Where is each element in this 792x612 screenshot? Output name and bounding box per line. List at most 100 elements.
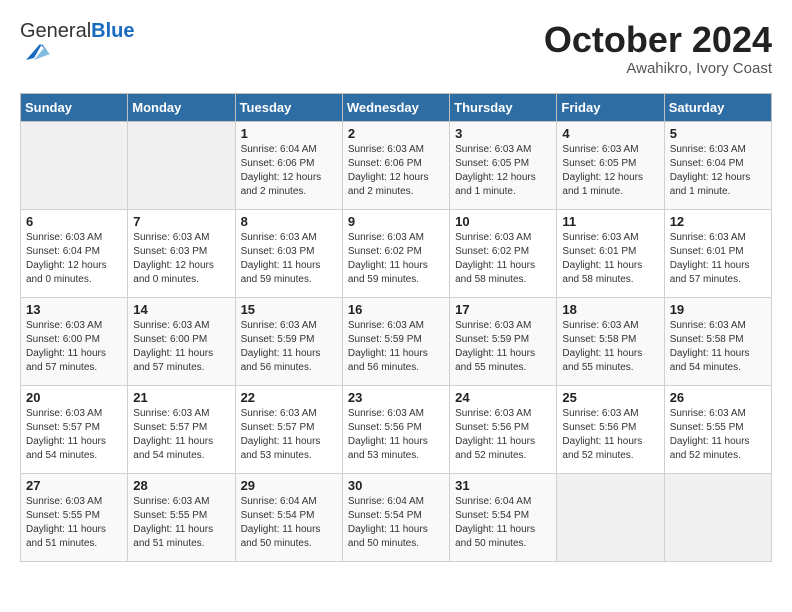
weekday-header-thursday: Thursday: [450, 93, 557, 121]
calendar-cell: 17 Sunrise: 6:03 AMSunset: 5:59 PMDayligh…: [450, 297, 557, 385]
day-detail: Sunrise: 6:03 AMSunset: 5:57 PMDaylight:…: [241, 407, 337, 463]
calendar-cell: 9 Sunrise: 6:03 AMSunset: 6:02 PMDaylight…: [342, 209, 449, 297]
calendar-cell: 1 Sunrise: 6:04 AMSunset: 6:06 PMDaylight…: [235, 121, 342, 209]
month-year-title: October 2024: [544, 20, 772, 60]
day-detail: Sunrise: 6:03 AMSunset: 5:57 PMDaylight:…: [133, 407, 229, 463]
title-section: October 2024 Awahikro, Ivory Coast: [544, 20, 772, 77]
day-number: 5: [670, 126, 766, 141]
day-number: 22: [241, 390, 337, 405]
day-number: 4: [562, 126, 658, 141]
day-detail: Sunrise: 6:03 AMSunset: 6:03 PMDaylight:…: [241, 231, 337, 287]
day-number: 17: [455, 302, 551, 317]
calendar-cell: 10Sunrise: 6:03 AMSunset: 6:02 PMDayligh…: [450, 209, 557, 297]
calendar-cell: 22 Sunrise: 6:03 AMSunset: 5:57 PMDayligh…: [235, 385, 342, 473]
day-detail: Sunrise: 6:03 AMSunset: 5:55 PMDaylight:…: [26, 495, 122, 551]
day-detail: Sunrise: 6:03 AMSunset: 6:00 PMDaylight:…: [26, 319, 122, 375]
day-detail: Sunrise: 6:04 AMSunset: 5:54 PMDaylight:…: [348, 495, 444, 551]
day-number: 3: [455, 126, 551, 141]
day-number: 12: [670, 214, 766, 229]
day-number: 27: [26, 478, 122, 493]
calendar-week-row: 1 Sunrise: 6:04 AMSunset: 6:06 PMDaylight…: [21, 121, 772, 209]
day-number: 8: [241, 214, 337, 229]
calendar-cell: 27 Sunrise: 6:03 AMSunset: 5:55 PMDayligh…: [21, 473, 128, 561]
day-number: 15: [241, 302, 337, 317]
day-detail: Sunrise: 6:03 AMSunset: 6:04 PMDaylight:…: [26, 231, 122, 287]
location-subtitle: Awahikro, Ivory Coast: [544, 60, 772, 77]
day-number: 26: [670, 390, 766, 405]
calendar-cell: 23 Sunrise: 6:03 AMSunset: 5:56 PMDayligh…: [342, 385, 449, 473]
day-number: 11: [562, 214, 658, 229]
logo-icon: [20, 40, 50, 62]
calendar-cell: 5Sunrise: 6:03 AMSunset: 6:04 PMDaylight…: [664, 121, 771, 209]
day-number: 23: [348, 390, 444, 405]
weekday-header-saturday: Saturday: [664, 93, 771, 121]
calendar-cell: 30 Sunrise: 6:04 AMSunset: 5:54 PMDayligh…: [342, 473, 449, 561]
calendar-cell: 28 Sunrise: 6:03 AMSunset: 5:55 PMDayligh…: [128, 473, 235, 561]
calendar-cell: 14 Sunrise: 6:03 AMSunset: 6:00 PMDayligh…: [128, 297, 235, 385]
logo-blue-text: Blue: [91, 20, 134, 42]
calendar-cell: 24Sunrise: 6:03 AMSunset: 5:56 PMDayligh…: [450, 385, 557, 473]
weekday-header-wednesday: Wednesday: [342, 93, 449, 121]
day-detail: Sunrise: 6:03 AMSunset: 6:00 PMDaylight:…: [133, 319, 229, 375]
day-number: 1: [241, 126, 337, 141]
day-number: 21: [133, 390, 229, 405]
day-detail: Sunrise: 6:03 AMSunset: 6:02 PMDaylight:…: [455, 231, 551, 287]
calendar-cell: 25Sunrise: 6:03 AMSunset: 5:56 PMDayligh…: [557, 385, 664, 473]
day-number: 30: [348, 478, 444, 493]
day-detail: Sunrise: 6:04 AMSunset: 6:06 PMDaylight:…: [241, 143, 337, 199]
day-number: 18: [562, 302, 658, 317]
calendar-cell: [557, 473, 664, 561]
weekday-header-row: SundayMondayTuesdayWednesdayThursdayFrid…: [21, 93, 772, 121]
day-detail: Sunrise: 6:04 AMSunset: 5:54 PMDaylight:…: [455, 495, 551, 551]
calendar-cell: 8 Sunrise: 6:03 AMSunset: 6:03 PMDaylight…: [235, 209, 342, 297]
day-detail: Sunrise: 6:03 AMSunset: 6:02 PMDaylight:…: [348, 231, 444, 287]
calendar-week-row: 20 Sunrise: 6:03 AMSunset: 5:57 PMDayligh…: [21, 385, 772, 473]
calendar-cell: 18Sunrise: 6:03 AMSunset: 5:58 PMDayligh…: [557, 297, 664, 385]
day-number: 6: [26, 214, 122, 229]
calendar-cell: 13Sunrise: 6:03 AMSunset: 6:00 PMDayligh…: [21, 297, 128, 385]
page-header: GeneralBlue October 2024 Awahikro, Ivory…: [20, 20, 772, 77]
day-number: 28: [133, 478, 229, 493]
day-detail: Sunrise: 6:03 AMSunset: 5:56 PMDaylight:…: [455, 407, 551, 463]
day-detail: Sunrise: 6:03 AMSunset: 6:01 PMDaylight:…: [562, 231, 658, 287]
calendar-cell: 16 Sunrise: 6:03 AMSunset: 5:59 PMDayligh…: [342, 297, 449, 385]
day-detail: Sunrise: 6:03 AMSunset: 5:56 PMDaylight:…: [348, 407, 444, 463]
day-number: 19: [670, 302, 766, 317]
calendar-cell: 29 Sunrise: 6:04 AMSunset: 5:54 PMDayligh…: [235, 473, 342, 561]
day-number: 16: [348, 302, 444, 317]
calendar-cell: [21, 121, 128, 209]
day-detail: Sunrise: 6:03 AMSunset: 5:57 PMDaylight:…: [26, 407, 122, 463]
weekday-header-monday: Monday: [128, 93, 235, 121]
calendar-cell: [128, 121, 235, 209]
calendar-cell: 26 Sunrise: 6:03 AMSunset: 5:55 PMDayligh…: [664, 385, 771, 473]
day-detail: Sunrise: 6:03 AMSunset: 5:55 PMDaylight:…: [670, 407, 766, 463]
calendar-cell: 12 Sunrise: 6:03 AMSunset: 6:01 PMDayligh…: [664, 209, 771, 297]
calendar-week-row: 6 Sunrise: 6:03 AMSunset: 6:04 PMDaylight…: [21, 209, 772, 297]
day-number: 14: [133, 302, 229, 317]
day-number: 9: [348, 214, 444, 229]
calendar-week-row: 27 Sunrise: 6:03 AMSunset: 5:55 PMDayligh…: [21, 473, 772, 561]
day-detail: Sunrise: 6:04 AMSunset: 5:54 PMDaylight:…: [241, 495, 337, 551]
day-number: 29: [241, 478, 337, 493]
day-detail: Sunrise: 6:03 AMSunset: 5:55 PMDaylight:…: [133, 495, 229, 551]
calendar-cell: [664, 473, 771, 561]
day-detail: Sunrise: 6:03 AMSunset: 5:58 PMDaylight:…: [670, 319, 766, 375]
day-detail: Sunrise: 6:03 AMSunset: 6:01 PMDaylight:…: [670, 231, 766, 287]
day-number: 20: [26, 390, 122, 405]
day-detail: Sunrise: 6:03 AMSunset: 5:59 PMDaylight:…: [455, 319, 551, 375]
calendar-cell: 3Sunrise: 6:03 AMSunset: 6:05 PMDaylight…: [450, 121, 557, 209]
calendar-cell: 4 Sunrise: 6:03 AMSunset: 6:05 PMDaylight…: [557, 121, 664, 209]
day-detail: Sunrise: 6:03 AMSunset: 5:59 PMDaylight:…: [241, 319, 337, 375]
calendar-cell: 21 Sunrise: 6:03 AMSunset: 5:57 PMDayligh…: [128, 385, 235, 473]
day-detail: Sunrise: 6:03 AMSunset: 6:05 PMDaylight:…: [562, 143, 658, 199]
day-number: 2: [348, 126, 444, 141]
day-number: 25: [562, 390, 658, 405]
calendar-cell: 19 Sunrise: 6:03 AMSunset: 5:58 PMDayligh…: [664, 297, 771, 385]
calendar-cell: 11 Sunrise: 6:03 AMSunset: 6:01 PMDayligh…: [557, 209, 664, 297]
calendar-cell: 2Sunrise: 6:03 AMSunset: 6:06 PMDaylight…: [342, 121, 449, 209]
calendar-cell: 31Sunrise: 6:04 AMSunset: 5:54 PMDayligh…: [450, 473, 557, 561]
calendar-week-row: 13Sunrise: 6:03 AMSunset: 6:00 PMDayligh…: [21, 297, 772, 385]
day-detail: Sunrise: 6:03 AMSunset: 5:59 PMDaylight:…: [348, 319, 444, 375]
logo: GeneralBlue: [20, 20, 135, 62]
day-number: 7: [133, 214, 229, 229]
